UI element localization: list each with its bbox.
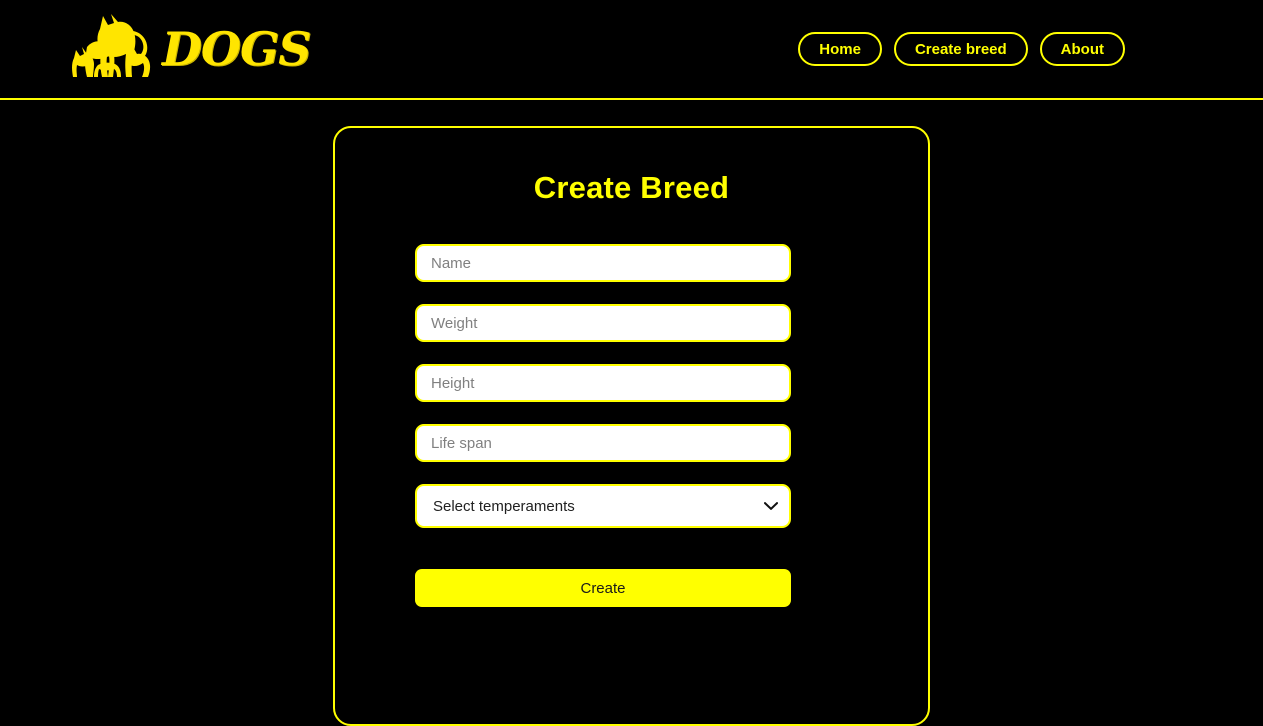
weight-input[interactable] [415,304,791,342]
dogs-silhouette-icon [72,14,151,77]
create-button[interactable]: Create [415,569,791,607]
create-breed-card: Create Breed Select temperaments Create [333,126,930,726]
nav-item-create-breed[interactable]: Create breed [893,32,1028,66]
create-breed-form: Select temperaments Create [415,244,848,607]
temperaments-select-wrapper: Select temperaments [415,484,791,528]
height-input[interactable] [415,364,791,402]
main-content: Create Breed Select temperaments Create [0,100,1263,726]
name-input[interactable] [415,244,791,282]
brand-wordmark: DOGS [162,22,311,76]
page-title: Create Breed [533,170,730,205]
temperaments-select[interactable]: Select temperaments [415,484,791,528]
life-span-input[interactable] [415,424,791,462]
nav-item-about[interactable]: About [1039,32,1125,66]
main-navigation: Home Create breed About [798,32,1125,66]
nav-item-home[interactable]: Home [798,32,882,66]
site-header: DOGS Home Create breed About [0,0,1263,100]
brand-logo-link[interactable]: DOGS [70,9,311,89]
